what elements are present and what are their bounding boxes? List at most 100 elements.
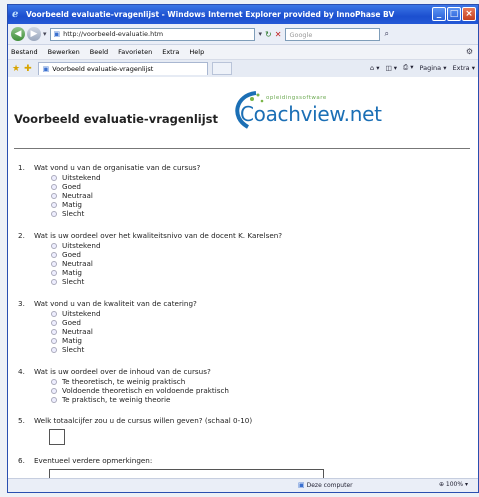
new-tab-button[interactable] xyxy=(211,62,232,75)
question-6: 6. Eventueel verdere opmerkingen: xyxy=(18,456,152,465)
option-label: Goed xyxy=(62,182,81,191)
radio-button[interactable] xyxy=(51,260,57,267)
page-icon: ▣ xyxy=(53,29,61,38)
radio-button[interactable] xyxy=(51,251,57,258)
refresh-icon[interactable]: ↻ xyxy=(265,30,272,39)
history-dropdown-icon[interactable]: ▾ xyxy=(43,30,47,38)
option-label: Matig xyxy=(62,336,82,345)
radio-button[interactable] xyxy=(51,201,57,208)
question-number: 4. xyxy=(18,367,25,376)
radio-button[interactable] xyxy=(51,387,57,394)
page-title: Voorbeeld evaluatie-vragenlijst xyxy=(14,112,219,126)
back-arrow-icon[interactable]: ◀ xyxy=(11,27,25,41)
computer-icon: ▣ xyxy=(298,481,305,489)
zone-label: Deze computer xyxy=(306,481,353,489)
tab-bar: ★ ✚ ▣ Voorbeeld evaluatie-vragenlijst ⌂ … xyxy=(8,60,478,78)
question-text: Wat vond u van de kwaliteit van de cater… xyxy=(34,299,197,308)
menu-beeld[interactable]: Beeld xyxy=(90,48,108,56)
favorites-star-icon[interactable]: ★ xyxy=(12,64,20,74)
radio-button[interactable] xyxy=(51,192,57,199)
option-label: Te praktisch, te weinig theorie xyxy=(62,395,171,404)
address-input[interactable]: ▣ http://voorbeeld-evaluatie.htm xyxy=(49,27,255,41)
q2-option-5[interactable]: Slecht xyxy=(51,277,84,286)
q2-option-4[interactable]: Matig xyxy=(51,268,82,277)
radio-button[interactable] xyxy=(51,337,57,344)
menu-bestand[interactable]: Bestand xyxy=(11,48,38,56)
radio-button[interactable] xyxy=(51,328,57,335)
search-input[interactable]: Google xyxy=(285,27,381,41)
menu-bar: Bestand Bewerken Beeld Favorieten Extra … xyxy=(8,45,478,60)
question-number: 6. xyxy=(18,456,25,465)
radio-button[interactable] xyxy=(51,183,57,190)
toolbar-options-icon[interactable]: ⚙ xyxy=(466,47,473,56)
option-label: Matig xyxy=(62,268,82,277)
tab-title: Voorbeeld evaluatie-vragenlijst xyxy=(52,64,154,73)
page-menu[interactable]: Pagina ▾ xyxy=(420,64,447,72)
feeds-icon[interactable]: ◫ ▾ xyxy=(386,64,397,72)
minimize-button[interactable]: _ xyxy=(432,7,446,21)
radio-button[interactable] xyxy=(51,396,57,403)
q4-option-1[interactable]: Te theoretisch, te weinig praktisch xyxy=(51,377,185,386)
tab-active[interactable]: ▣ Voorbeeld evaluatie-vragenlijst xyxy=(37,62,208,75)
option-label: Matig xyxy=(62,200,82,209)
radio-button[interactable] xyxy=(51,174,57,181)
question-4: 4. Wat is uw oordeel over de inhoud van … xyxy=(18,367,211,376)
option-label: Goed xyxy=(62,318,81,327)
add-favorite-icon[interactable]: ✚ xyxy=(24,64,32,74)
extra-menu[interactable]: Extra ▾ xyxy=(453,64,476,72)
tab-page-icon: ▣ xyxy=(42,64,50,73)
q3-option-2[interactable]: Goed xyxy=(51,318,81,327)
option-label: Slecht xyxy=(62,209,85,218)
score-input[interactable] xyxy=(49,429,65,445)
address-bar-row: ◀ ▶ ▾ ▣ http://voorbeeld-evaluatie.htm ▾… xyxy=(8,24,478,45)
question-text: Wat is uw oordeel over het kwaliteitsniv… xyxy=(34,231,283,240)
zoom-level: 100% xyxy=(445,481,464,488)
q3-option-1[interactable]: Uitstekend xyxy=(51,309,101,318)
q2-option-2[interactable]: Goed xyxy=(51,250,81,259)
q1-option-1[interactable]: Uitstekend xyxy=(51,173,101,182)
radio-button[interactable] xyxy=(51,310,57,317)
q4-option-2[interactable]: Voldoende theoretisch en voldoende prakt… xyxy=(51,386,229,395)
q3-option-3[interactable]: Neutraal xyxy=(51,327,93,336)
menu-help[interactable]: Help xyxy=(189,48,204,56)
search-icon[interactable]: ⌕ xyxy=(384,29,388,39)
question-number: 1. xyxy=(18,163,25,172)
radio-button[interactable] xyxy=(51,269,57,276)
q3-option-5[interactable]: Slecht xyxy=(51,345,84,354)
radio-button[interactable] xyxy=(51,378,57,385)
q4-option-3[interactable]: Te praktisch, te weinig theorie xyxy=(51,395,170,404)
q1-option-5[interactable]: Slecht xyxy=(51,209,84,218)
question-text: Welk totaalcijfer zou u de cursus willen… xyxy=(34,416,253,425)
radio-button[interactable] xyxy=(51,210,57,217)
option-label: Te theoretisch, te weinig praktisch xyxy=(62,377,186,386)
q2-option-3[interactable]: Neutraal xyxy=(51,259,93,268)
q2-option-1[interactable]: Uitstekend xyxy=(51,241,101,250)
q1-option-2[interactable]: Goed xyxy=(51,182,81,191)
address-dropdown-icon[interactable]: ▾ xyxy=(259,30,263,38)
menu-favorieten[interactable]: Favorieten xyxy=(118,48,152,56)
q1-option-4[interactable]: Matig xyxy=(51,200,82,209)
close-button[interactable]: × xyxy=(462,7,476,21)
menu-extra[interactable]: Extra xyxy=(162,48,179,56)
radio-button[interactable] xyxy=(51,242,57,249)
maximize-button[interactable]: □ xyxy=(447,7,461,21)
forward-arrow-icon[interactable]: ▶ xyxy=(27,27,41,41)
zoom-control[interactable]: ⊕ 100% ▾ xyxy=(439,481,468,488)
option-label: Goed xyxy=(62,250,81,259)
question-number: 5. xyxy=(18,416,25,425)
q3-option-4[interactable]: Matig xyxy=(51,336,82,345)
q1-option-3[interactable]: Neutraal xyxy=(51,191,93,200)
question-2: 2. Wat is uw oordeel over het kwaliteits… xyxy=(18,231,283,240)
radio-button[interactable] xyxy=(51,278,57,285)
print-icon[interactable]: ⎙ ▾ xyxy=(403,63,414,72)
radio-button[interactable] xyxy=(51,319,57,326)
question-text: Wat vond u van de organisatie van de cur… xyxy=(34,163,201,172)
stop-icon[interactable]: ✕ xyxy=(275,30,282,39)
question-text: Wat is uw oordeel over de inhoud van de … xyxy=(34,367,211,376)
option-label: Voldoende theoretisch en voldoende prakt… xyxy=(62,386,229,395)
home-icon[interactable]: ⌂ ▾ xyxy=(370,64,379,72)
security-zone: ▣ Deze computer xyxy=(298,481,353,489)
menu-bewerken[interactable]: Bewerken xyxy=(48,48,80,56)
radio-button[interactable] xyxy=(51,346,57,353)
coachview-logo: opleidingssoftware Coachview.net xyxy=(226,87,396,135)
